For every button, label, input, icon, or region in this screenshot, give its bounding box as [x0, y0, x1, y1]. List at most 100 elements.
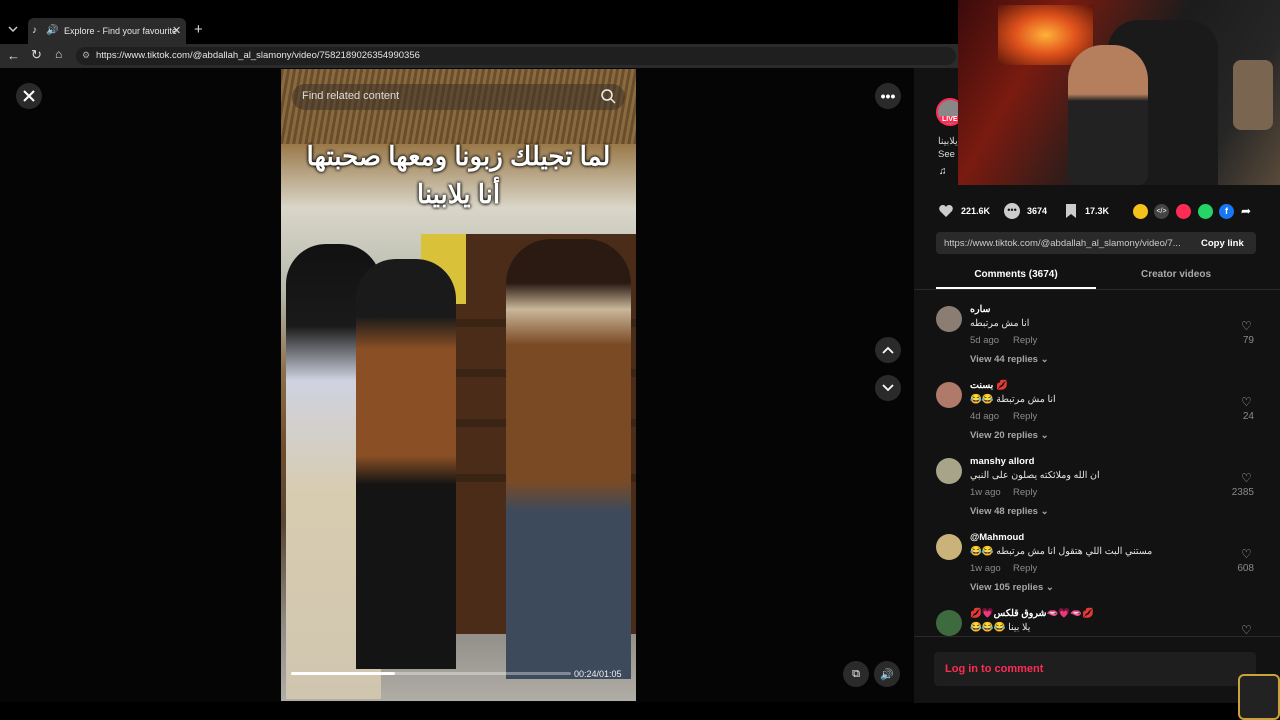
comment-like-icon[interactable]: ♡ — [1241, 471, 1252, 485]
tab-audio-icon[interactable]: 🔊 — [46, 25, 58, 36]
comment-like-count: 608 — [1237, 563, 1254, 574]
copy-link-button[interactable]: Copy link — [1201, 238, 1244, 249]
video-caption-line1: لما تجيلك زبونا ومعها صحبتها — [306, 141, 611, 171]
comment-avatar[interactable] — [936, 610, 962, 636]
comment-author[interactable]: بسنت 💋 — [970, 380, 1008, 391]
view-replies-label: View 20 replies — [970, 430, 1038, 441]
view-replies-button[interactable]: View 48 replies ⌄ — [970, 506, 1049, 517]
share-icon[interactable]: ➦ — [1241, 204, 1251, 218]
channel-logo — [1238, 674, 1280, 720]
comment-time: 1w ago — [970, 563, 1001, 574]
url-field[interactable]: ⚙ https://www.tiktok.com/@abdallah_al_sl… — [76, 47, 956, 65]
comment-reply-button[interactable]: Reply — [1013, 411, 1037, 422]
view-replies-label: View 105 replies — [970, 582, 1044, 593]
reload-icon[interactable]: ↻ — [31, 47, 42, 63]
related-search-box[interactable]: Find related content — [292, 84, 625, 110]
comment-text: انا مش مرتبطه — [970, 318, 1030, 329]
login-to-comment-button[interactable]: Log in to comment — [934, 652, 1256, 686]
chevron-up-icon[interactable] — [875, 337, 901, 363]
search-icon[interactable] — [600, 88, 616, 109]
comment-avatar[interactable] — [936, 306, 962, 332]
pip-icon[interactable]: ⧉ — [843, 661, 869, 687]
facebook-icon[interactable]: f — [1219, 204, 1234, 219]
new-tab-icon[interactable]: + — [194, 21, 203, 38]
comments-list: ساره انا مش مرتبطه 5d ago Reply View 44 … — [914, 290, 1280, 636]
view-replies-button[interactable]: View 105 replies ⌄ — [970, 582, 1054, 593]
comment-reply-button[interactable]: Reply — [1013, 335, 1037, 346]
comment-like-icon[interactable]: ♡ — [1241, 623, 1252, 636]
progress-fill — [291, 672, 395, 675]
home-icon[interactable]: ⌂ — [55, 47, 62, 61]
browser-tab[interactable]: ♪ 🔊 Explore - Find your favourite ✕ — [28, 18, 186, 44]
comment-text: ان الله وملائكته يصلون على النبي — [970, 470, 1100, 481]
tab-close-icon[interactable]: ✕ — [172, 24, 181, 37]
comment-avatar[interactable] — [936, 382, 962, 408]
comment-like-icon[interactable]: ♡ — [1241, 395, 1252, 409]
comment-text: يلا بينا 😂😂😂 — [970, 622, 1031, 633]
view-replies-button[interactable]: View 44 replies ⌄ — [970, 354, 1049, 365]
comments-count: 3674 — [1027, 206, 1048, 216]
video-time: 00:24/01:05 — [574, 669, 622, 679]
share-link-box: https://www.tiktok.com/@abdallah_al_slam… — [936, 232, 1256, 254]
related-search-placeholder: Find related content — [302, 90, 400, 102]
tab-list-chevron-icon[interactable] — [6, 22, 20, 36]
comment-like-count: 2385 — [1231, 487, 1254, 498]
description-partial: يلابينا — [938, 136, 958, 147]
comment-item: ساره انا مش مرتبطه 5d ago Reply View 44 … — [914, 304, 1280, 374]
scene-person-middle — [356, 259, 456, 669]
saves-count: 17.3K — [1085, 206, 1110, 216]
view-replies-label: View 48 replies — [970, 506, 1038, 517]
music-note-icon: ♫ — [939, 166, 947, 177]
heart-icon[interactable] — [938, 203, 954, 224]
comment-avatar[interactable] — [936, 458, 962, 484]
scene-person-right — [506, 239, 631, 679]
comment-avatar[interactable] — [936, 534, 962, 560]
comment-reply-button[interactable]: Reply — [1013, 563, 1037, 574]
login-to-comment-label: Log in to comment — [945, 663, 1044, 675]
view-replies-label: View 44 replies — [970, 354, 1038, 365]
progress-track[interactable] — [291, 672, 571, 675]
whatsapp-icon[interactable] — [1198, 204, 1213, 219]
video-player[interactable]: Find related content لما تجيلك زبونا ومع… — [281, 69, 636, 701]
comment-like-count: 79 — [1242, 335, 1254, 346]
likes-count: 221.6K — [961, 206, 991, 216]
close-icon[interactable] — [16, 83, 42, 109]
comment-text: انا مش مرتبطة 😂😂 — [970, 394, 1056, 405]
comment-like-icon[interactable]: ♡ — [1241, 547, 1252, 561]
back-icon[interactable]: ← — [7, 48, 20, 63]
url-text: https://www.tiktok.com/@abdallah_al_slam… — [96, 50, 420, 61]
comment-item: manshy allord ان الله وملائكته يصلون على… — [914, 456, 1280, 526]
comment-time: 1w ago — [970, 487, 1001, 498]
comment-reply-button[interactable]: Reply — [1013, 487, 1037, 498]
comment-like-count: 24 — [1242, 411, 1254, 422]
comment-author[interactable]: manshy allord — [970, 456, 1034, 467]
volume-icon[interactable]: 🔊 — [874, 661, 900, 687]
comment-time: 4d ago — [970, 411, 1000, 422]
comment-author[interactable]: ساره — [970, 304, 990, 315]
tab-title: Explore - Find your favourite — [64, 26, 178, 36]
tab-creator-videos[interactable]: Creator videos — [1096, 269, 1256, 280]
site-info-icon[interactable]: ⚙ — [82, 50, 90, 61]
comment-item: بسنت 💋 انا مش مرتبطة 😂😂 4d ago Reply Vie… — [914, 380, 1280, 450]
send-to-friends-icon[interactable] — [1176, 204, 1191, 219]
more-icon[interactable]: ••• — [875, 83, 901, 109]
comment-item: @Mahmoud مستني البت اللي هتقول انا مش مر… — [914, 532, 1280, 602]
tiktok-favicon-icon: ♪ — [32, 25, 37, 36]
comment-author[interactable]: 💋💗شروق قلكس🫦💗🫦💋 — [970, 608, 1094, 619]
live-badge: LIVE — [940, 116, 960, 123]
webcam-overlay — [958, 0, 1280, 185]
comment-item: 💋💗شروق قلكس🫦💗🫦💋 يلا بينا 😂😂😂 ♡ — [914, 608, 1280, 636]
see-more-link[interactable]: See — [938, 149, 955, 160]
repost-icon[interactable] — [1133, 204, 1148, 219]
chevron-down-icon[interactable] — [875, 375, 901, 401]
comment-icon[interactable]: ••• — [1004, 203, 1020, 219]
webcam-lamp — [1233, 60, 1273, 130]
view-replies-button[interactable]: View 20 replies ⌄ — [970, 430, 1049, 441]
embed-icon[interactable]: </> — [1154, 204, 1169, 219]
comment-author[interactable]: @Mahmoud — [970, 532, 1024, 543]
video-caption-line2: أنا يلابينا — [416, 179, 501, 209]
comment-like-icon[interactable]: ♡ — [1241, 319, 1252, 333]
bookmark-icon[interactable] — [1064, 203, 1078, 224]
tab-comments[interactable]: Comments (3674) — [936, 269, 1096, 280]
comment-time: 5d ago — [970, 335, 1000, 346]
